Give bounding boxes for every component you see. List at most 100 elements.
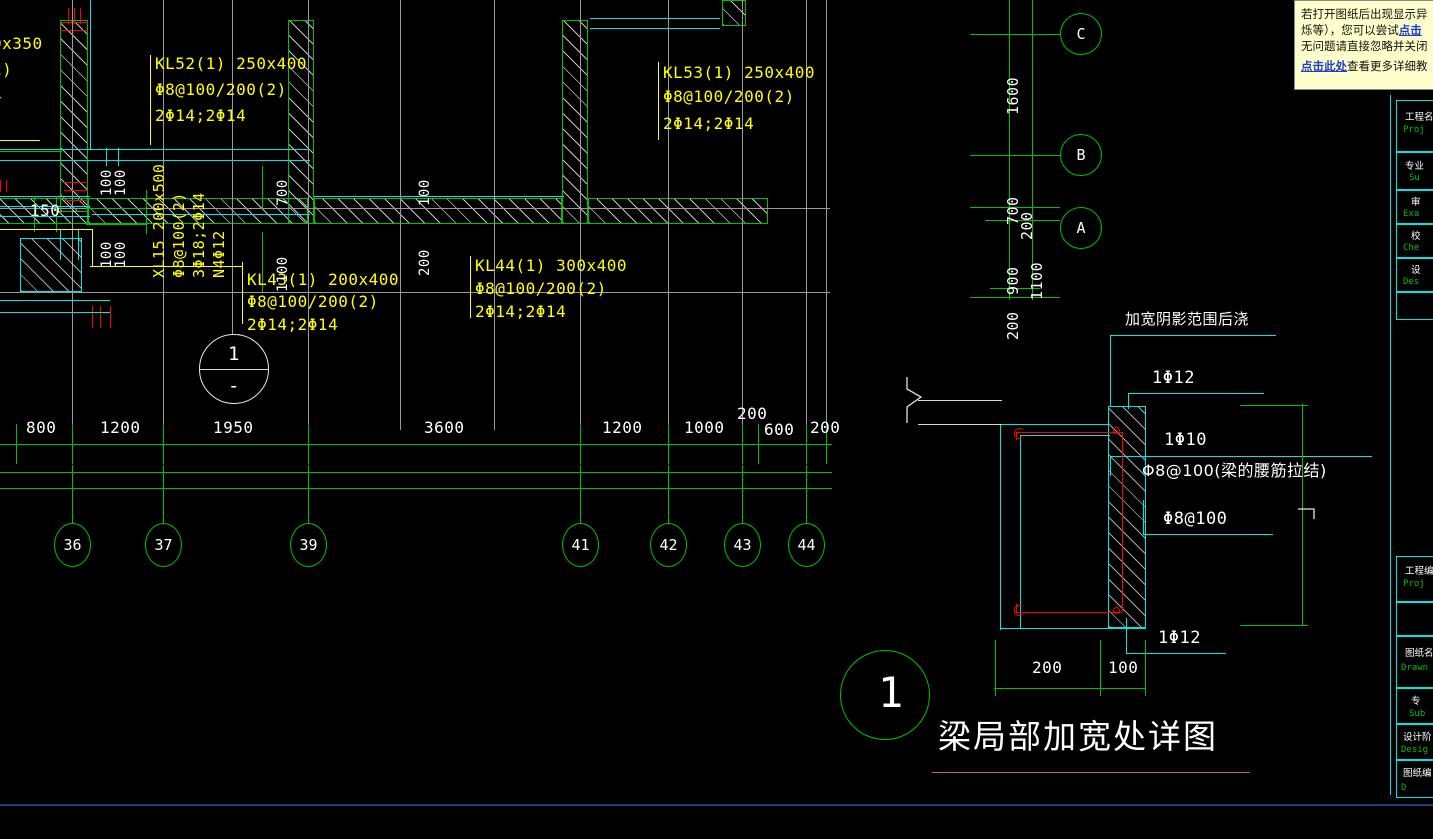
dim-value-v: 1100: [1028, 261, 1046, 300]
titleblock-label-cn: 审: [1411, 197, 1421, 208]
grid-bubble-c[interactable]: C: [1060, 13, 1102, 55]
titleblock-row-lower-1[interactable]: 工程编 Proj: [1396, 556, 1433, 602]
beam-label-xl15-line3: 3Φ18;2Φ14: [190, 192, 208, 278]
beam-edge-cyan: [0, 149, 310, 150]
detail-title: 梁局部加宽处详图: [938, 717, 1218, 756]
titleblock-border: [1390, 95, 1391, 795]
beam-edge-cyan: [590, 28, 720, 29]
titleblock-row-upper-2[interactable]: 专业 Su: [1396, 152, 1433, 190]
titleblock-label-cn: 图纸编: [1403, 768, 1432, 779]
grid-bubble-39[interactable]: 39: [290, 523, 327, 567]
beam-edge-cyan: [0, 300, 110, 301]
dim-value: 3600: [424, 418, 465, 437]
grid-line-v: [308, 0, 309, 430]
titleblock-label-en: Sub: [1409, 709, 1426, 719]
slab-edge: [0, 488, 832, 489]
rebar-stirrup-right: [1122, 432, 1123, 612]
rebar-dot-icon: [1113, 427, 1120, 434]
grid-line-h: [0, 292, 830, 293]
status-bar-divider: [0, 804, 1433, 806]
dim-value-v: 1600: [1004, 76, 1022, 115]
titleblock-row-lower-5[interactable]: 设计阶 Desig: [1396, 724, 1433, 760]
titleblock-label-cn: 工程编: [1405, 566, 1433, 577]
detail-note-top: 加宽阴影范围后浇: [1125, 310, 1250, 328]
detail-reference-divider: [199, 369, 269, 370]
titleblock-label-cn: 校: [1411, 231, 1421, 242]
dim-tick: [580, 424, 581, 464]
grid-bubble-43[interactable]: 43: [724, 523, 761, 567]
titleblock-label-cn: 工程名: [1405, 112, 1433, 123]
grid-line-v: [1032, 0, 1033, 300]
notice-link-here[interactable]: 点击此处: [1301, 59, 1347, 73]
rebar-dot-icon: [1113, 607, 1120, 614]
beam-label-kl44-line1: KL44(1) 300x400: [475, 256, 627, 275]
dim-tick: [1100, 640, 1101, 696]
titleblock-row-upper-1[interactable]: 工程名 Proj: [1396, 100, 1433, 152]
grid-bubble-label: A: [1076, 219, 1086, 237]
bubble-stem: [668, 465, 669, 523]
beam-label-kl52-line1: KL52(1) 250x400: [155, 54, 307, 73]
grid-bubble-44[interactable]: 44: [788, 523, 825, 567]
grid-line-v: [400, 0, 401, 430]
grid-bubble-b[interactable]: B: [1060, 134, 1102, 176]
beam-label-kl43-line1: KL43(1) 200x400: [247, 270, 399, 289]
titleblock-label-en: Des: [1403, 277, 1420, 287]
detail-note-stirrup: Φ8@100: [1163, 509, 1228, 529]
detail-outline: [1020, 435, 1110, 436]
beam-edge-cyan: [106, 148, 107, 166]
titleblock-row-lower-4[interactable]: 专 Sub: [1396, 688, 1433, 724]
bubble-stem: [72, 465, 73, 523]
notice-line-2-text: 烁等），您可以尝试: [1301, 23, 1399, 37]
dim-100: 100: [99, 169, 115, 196]
grid-bubble-37[interactable]: 37: [145, 523, 182, 567]
grid-bubble-a[interactable]: A: [1060, 207, 1102, 249]
detail-leader: [1128, 393, 1129, 409]
notice-line-4: 点击此处查看更多详细教: [1301, 58, 1433, 74]
dim-value: 1200: [100, 418, 141, 437]
cad-canvas[interactable]: 0x350 2) 4 KL52(1) 250x400 Φ8@100/200(2)…: [0, 0, 1433, 839]
detail-outline: [918, 400, 1002, 401]
label-leader: [150, 55, 151, 145]
grid-bubble-41[interactable]: 41: [562, 523, 599, 567]
rebar-hook-icon: [1014, 605, 1025, 616]
rebar-tick: [100, 306, 101, 328]
label-leader: [470, 256, 471, 318]
grid-line-v: [72, 0, 73, 430]
beam-label-xl15-line1: XL15 200x500: [150, 163, 168, 278]
grid-bubble-label: B: [1076, 146, 1086, 164]
grid-line-h: [970, 34, 1060, 35]
slab-edge: [0, 151, 62, 152]
titleblock-row-upper-6[interactable]: [1396, 292, 1433, 320]
beam-label-kl44-line3: 2Φ14;2Φ14: [475, 302, 567, 321]
beam-label-kl53-line3: 2Φ14;2Φ14: [663, 114, 755, 133]
rebar-tick: [74, 8, 75, 24]
grid-bubble-42[interactable]: 42: [650, 523, 687, 567]
titleblock-row-upper-3[interactable]: 审 Exa: [1396, 190, 1433, 224]
wall-hatch-mid: [288, 20, 314, 224]
titleblock-row-lower-2[interactable]: [1396, 602, 1433, 636]
titleblock-row-upper-4[interactable]: 校 Che: [1396, 224, 1433, 258]
detail-outline: [1000, 424, 1001, 630]
dim-150: 150: [30, 201, 61, 220]
grid-bubble-label: 39: [299, 536, 318, 554]
bubble-stem: [742, 465, 743, 523]
rebar-tick: [110, 306, 111, 328]
titleblock-label-cn: 设计阶: [1403, 732, 1432, 743]
titleblock-row-lower-6[interactable]: 图纸编 D: [1396, 760, 1433, 798]
notice-link-click[interactable]: 点击: [1399, 23, 1422, 37]
dim-value: 1200: [602, 418, 643, 437]
beam-label-xl15-line4: N4Φ12: [210, 230, 228, 278]
rebar-tick: [6, 180, 7, 192]
titleblock-row-upper-5[interactable]: 设 Des: [1396, 258, 1433, 292]
notification-balloon[interactable]: 若打开图纸后出现显示异 烁等），您可以尝试点击 无问题请直接忽略并关闭 点击此处…: [1294, 0, 1433, 90]
titleblock-label-en: Desig: [1401, 745, 1429, 755]
grid-bubble-36[interactable]: 36: [54, 523, 91, 567]
rebar-stirrup-top: [1016, 432, 1122, 433]
dim-chain-line-v: [1009, 0, 1010, 300]
detail-leader: [1110, 456, 1111, 476]
titleblock-row-lower-3[interactable]: 图纸名 Drawn: [1396, 636, 1433, 688]
beam-label-kl43-line2: Φ8@100/200(2): [247, 292, 379, 311]
grid-line-v: [580, 0, 581, 430]
beam-edge-cyan: [314, 196, 564, 197]
grid-line-h: [970, 297, 1060, 298]
